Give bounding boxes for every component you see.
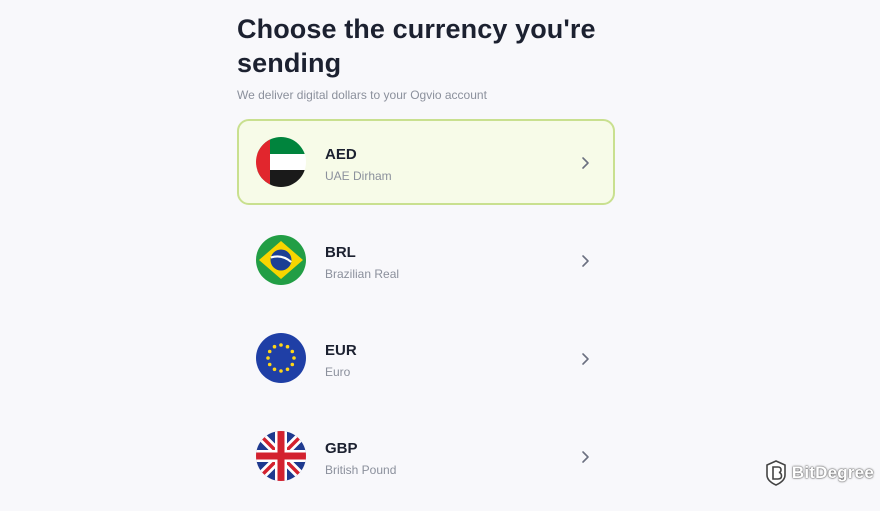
currency-code: AED [325,146,357,163]
currency-item-brl[interactable]: BRL Brazilian Real [237,217,615,303]
watermark-text: BitDegree [791,463,874,482]
chevron-right-icon [582,255,589,267]
chevron-right-icon [582,157,589,169]
uk-flag-icon [256,431,306,481]
page-subtitle: We deliver digital dollars to your Ogvio… [237,88,487,102]
eu-flag-icon [256,333,306,383]
chevron-right-icon [582,451,589,463]
currency-item-aed[interactable]: AED UAE Dirham [237,119,615,205]
bitdegree-watermark: BitDegree [765,458,874,488]
currency-name: Euro [325,365,351,379]
bitdegree-logo-icon [766,460,786,486]
currency-code: EUR [325,342,357,359]
currency-code: BRL [325,244,356,261]
currency-list: AED UAE Dirham BRL Brazilian Real EUR Eu… [237,119,615,511]
chevron-right-icon [582,353,589,365]
currency-item-eur[interactable]: EUR Euro [237,315,615,401]
currency-code: GBP [325,440,358,457]
page-title: Choose the currency you're sending [237,14,596,78]
currency-name: Brazilian Real [325,267,400,281]
currency-name: British Pound [325,463,397,477]
currency-name: UAE Dirham [325,169,392,183]
brazil-flag-icon [256,235,306,285]
uae-flag-icon [256,137,306,187]
currency-item-gbp[interactable]: GBP British Pound [237,413,615,499]
